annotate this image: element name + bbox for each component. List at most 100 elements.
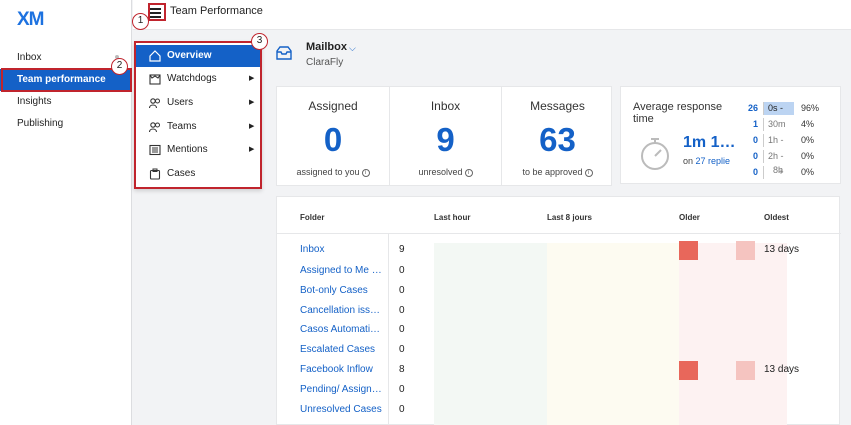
menu-item-mentions[interactable]: Mentions ▶ (136, 139, 260, 161)
oldest-bar (736, 361, 755, 380)
stat-title: Assigned (308, 99, 358, 113)
nav-item-publishing[interactable]: Publishing (0, 113, 132, 135)
folders-table: Folder Last hour Last 8 jours Older Olde… (276, 196, 841, 425)
stat-title: Inbox (430, 99, 461, 113)
response-title: Average response time (633, 101, 723, 125)
stopwatch-icon (641, 138, 669, 170)
table-row[interactable]: Assigned to Me … 0 (277, 262, 841, 281)
callout-badge-3: 3 (251, 33, 268, 50)
header-folder: Folder (300, 213, 325, 222)
watchdog-icon (149, 74, 161, 85)
header-last-8: Last 8 jours (547, 213, 592, 222)
table-row[interactable]: Bot-only Cases 0 (277, 282, 841, 301)
folder-count: 0 (399, 324, 405, 335)
table-row[interactable]: Casos Automati… 0 (277, 321, 841, 340)
stat-inbox[interactable]: Inbox 9 unresolved i (389, 87, 501, 185)
table-row[interactable]: Pending/ Assign… 0 (277, 381, 841, 400)
folder-link[interactable]: Bot-only Cases (300, 285, 368, 296)
callout-box-1 (148, 3, 166, 21)
mailbox-header: Mailbox ⌵ ClaraFly (263, 31, 851, 77)
section-menu: Overview Watchdogs ▶ Users ▶ Teams ▶ Mentio… (134, 41, 262, 189)
stat-value: 9 (436, 121, 455, 158)
caret-right-icon: ▶ (249, 123, 255, 130)
older-bar (679, 361, 698, 380)
info-icon[interactable]: i (584, 168, 593, 177)
info-icon[interactable]: i (464, 168, 473, 177)
stat-note: to be approved i (502, 167, 613, 177)
caret-right-icon: ▶ (249, 99, 255, 106)
nav-item-insights[interactable]: Insights (0, 91, 132, 113)
table-row[interactable]: Unresolved Cases 0 (277, 401, 841, 420)
menu-item-users[interactable]: Users ▶ (136, 92, 260, 114)
distribution-row: 1 30m 4% (752, 118, 815, 131)
table-row[interactable]: Cancellation iss… 0 (277, 302, 841, 321)
folder-link[interactable]: Assigned to Me … (300, 265, 382, 276)
menu-item-watchdogs[interactable]: Watchdogs ▶ (136, 68, 260, 90)
distribution-extra: 8h (773, 165, 784, 175)
stat-value: 63 (539, 121, 576, 158)
stat-value: 0 (323, 121, 343, 158)
info-icon[interactable]: i (361, 168, 370, 177)
folder-count: 0 (399, 404, 405, 415)
xm-logo: XM (17, 9, 44, 30)
older-bar (679, 241, 698, 260)
folder-count: 0 (399, 305, 405, 316)
folder-link[interactable]: Pending/ Assign… (300, 384, 382, 395)
folder-count: 0 (399, 285, 405, 296)
stat-title: Messages (530, 99, 585, 113)
users-icon (149, 98, 160, 109)
header-divider (277, 233, 841, 234)
table-row[interactable]: Escalated Cases 0 (277, 341, 841, 360)
response-distribution: 26 0s - 96% 1 30m 4% 0 1h - 0% 0 2h - 0%… (744, 101, 839, 181)
folder-link[interactable]: Facebook Inflow (300, 364, 373, 375)
table-row[interactable]: Facebook Inflow 8 13 days (277, 361, 841, 380)
folder-link[interactable]: Cancellation iss… (300, 305, 380, 316)
response-time-card: Average response time 1m 1… on 27 replie… (620, 86, 841, 184)
oldest-age: 13 days (764, 364, 800, 375)
table-row[interactable]: Inbox 9 13 days (277, 241, 841, 260)
menu-item-teams[interactable]: Teams ▶ (136, 116, 260, 138)
distribution-row: 0 1h - 0% (752, 134, 815, 147)
distribution-row: 0 2h - 0% (752, 150, 815, 163)
stats-card: Assigned 0 assigned to you i Inbox 9 unre… (276, 86, 612, 186)
stat-messages[interactable]: Messages 63 to be approved i (501, 87, 613, 185)
header-older: Older (679, 213, 700, 222)
chevron-down-icon[interactable]: ⌵ (349, 43, 356, 54)
stat-assigned[interactable]: Assigned 0 assigned to you i (277, 87, 389, 185)
folder-count: 9 (399, 244, 405, 255)
caret-right-icon: ▶ (249, 146, 255, 153)
stat-note: unresolved i (390, 167, 501, 177)
teams-icon (149, 122, 160, 133)
header-last-hour: Last hour (434, 213, 471, 222)
folder-link[interactable]: Unresolved Cases (300, 404, 382, 415)
distribution-row: 26 0s - 96% (747, 102, 820, 115)
oldest-bar (736, 241, 755, 260)
folder-count: 0 (399, 384, 405, 395)
response-value: 1m 1… (683, 134, 736, 151)
folder-link[interactable]: Casos Automati… (300, 324, 380, 335)
folder-count: 8 (399, 364, 405, 375)
caret-right-icon: ▶ (249, 75, 255, 82)
mailbox-selector[interactable]: Mailbox (306, 41, 347, 53)
folder-count: 0 (399, 344, 405, 355)
mailbox-icon (276, 46, 292, 60)
menu-item-overview[interactable]: Overview (136, 45, 260, 67)
response-subtitle: on 27 replie (683, 156, 731, 166)
top-bar: Team Performance (133, 0, 851, 30)
menu-item-cases[interactable]: Cases (136, 163, 260, 185)
stat-note: assigned to you i (277, 167, 389, 177)
cases-icon (149, 168, 161, 180)
callout-badge-2: 2 (111, 58, 128, 75)
mentions-icon (149, 144, 161, 156)
callout-badge-1: 1 (132, 13, 149, 30)
folder-link[interactable]: Inbox (300, 244, 324, 255)
distribution-row: 0 + 0% (752, 166, 815, 179)
home-icon (149, 50, 161, 62)
oldest-age: 13 days (764, 244, 800, 255)
mailbox-subtitle: ClaraFly (306, 57, 344, 68)
header-oldest: Oldest (764, 213, 789, 222)
folder-count: 0 (399, 265, 405, 276)
page-title: Team Performance (170, 5, 263, 17)
folder-link[interactable]: Escalated Cases (300, 344, 375, 355)
replies-link[interactable]: 27 replie (696, 156, 731, 166)
